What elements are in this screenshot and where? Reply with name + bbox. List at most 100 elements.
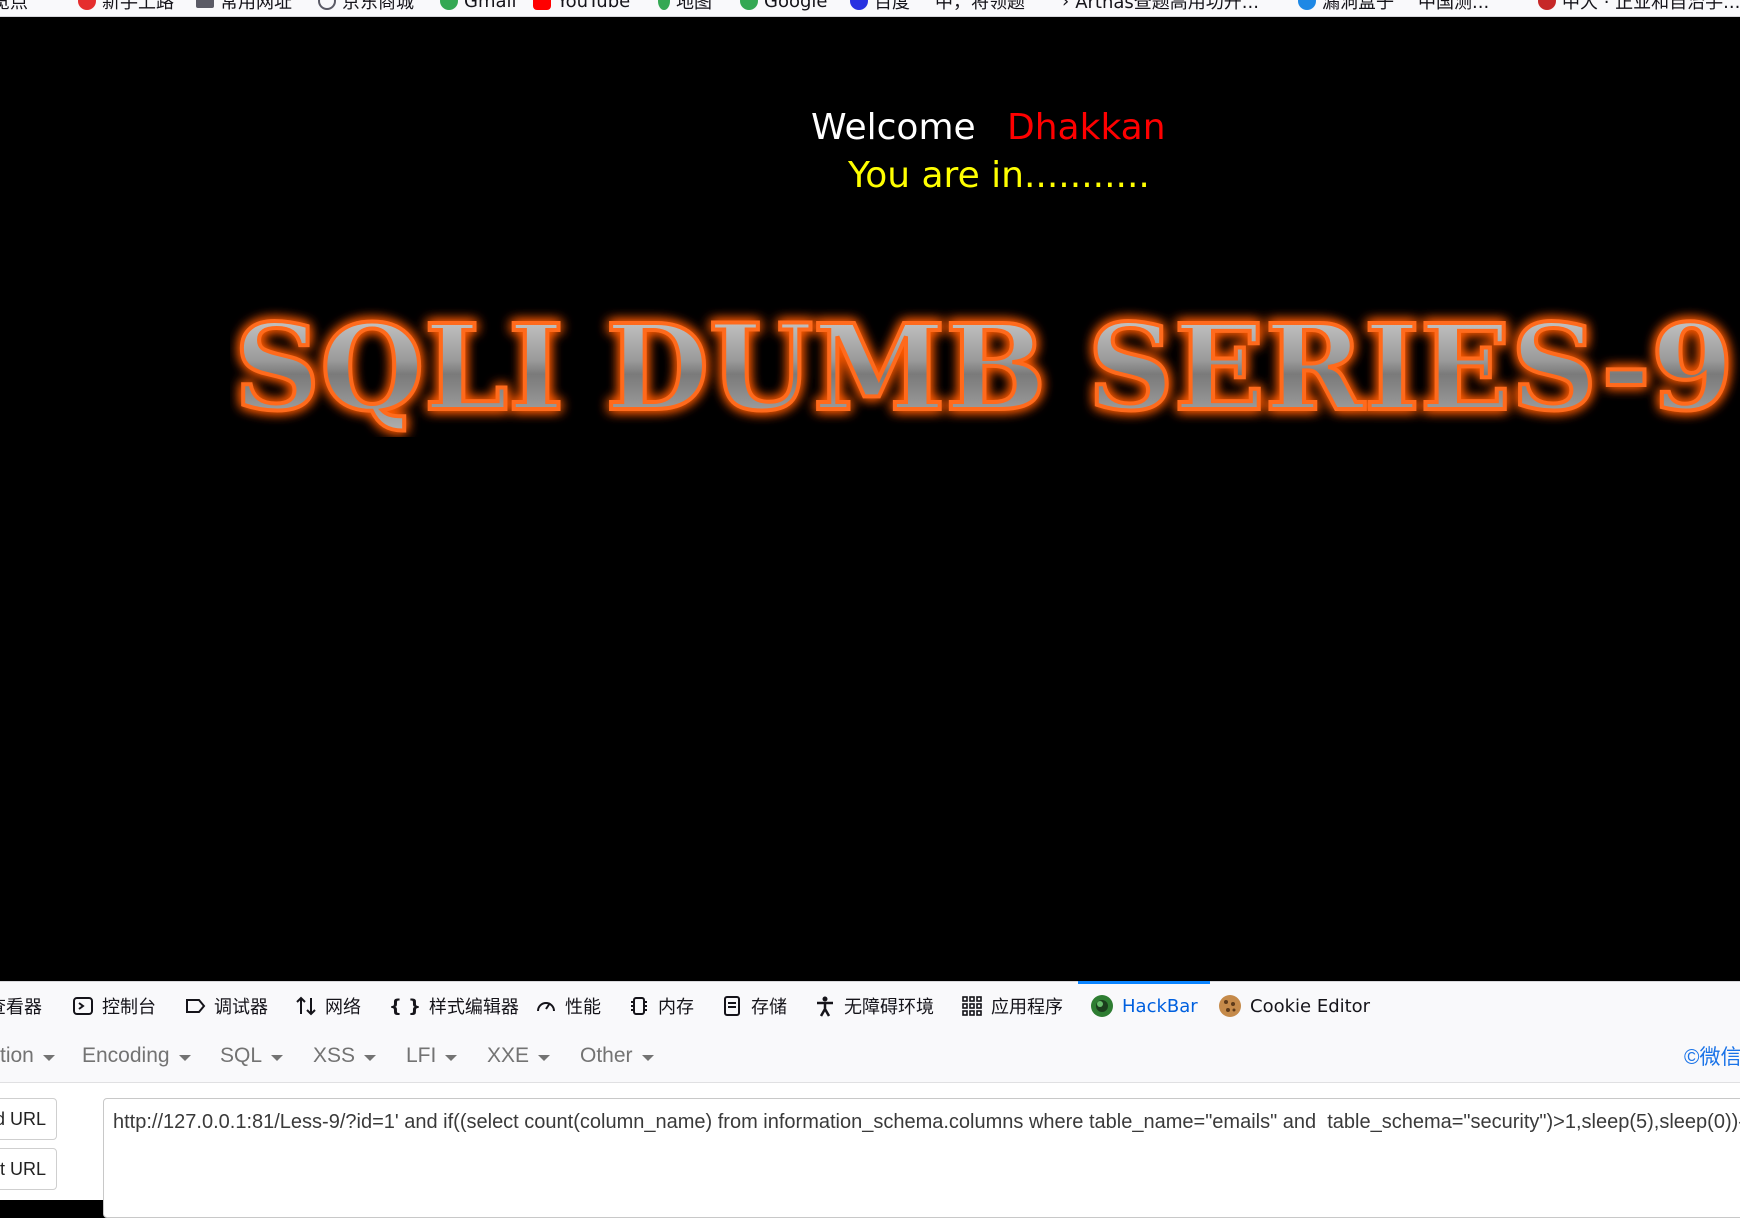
bookmark-item[interactable]: 中，将领题 <box>935 0 1025 13</box>
memory-icon <box>631 997 647 1015</box>
tab-label: 应用程序 <box>991 997 1063 1018</box>
menu-xss[interactable]: XSS <box>313 1030 377 1082</box>
menu-label: XXE <box>487 1044 530 1067</box>
menu-other[interactable]: Other <box>580 1030 654 1082</box>
accessibility-icon <box>817 996 833 1017</box>
tab-label: 性能 <box>565 997 601 1018</box>
tab-console[interactable]: 控制台 <box>72 982 156 1030</box>
bookmark-item[interactable]: Google <box>740 0 827 12</box>
bookmark-label: 中，将领题 <box>935 0 1025 13</box>
bookmark-item[interactable]: 常用网址 <box>196 0 292 13</box>
tab-label: 无障碍环境 <box>844 997 934 1018</box>
bookmark-label: YouTube <box>557 0 631 12</box>
style-editor-icon: { } <box>389 995 421 1017</box>
devtools-toolbar: 查看器 控制台 调试器 网络 { } 样式编辑器 性能 内存 存储 无障碍环境 <box>0 981 1740 1031</box>
bookmark-item[interactable]: 百度 <box>850 0 910 13</box>
tab-storage[interactable]: 存储 <box>721 982 787 1030</box>
bookmark-item[interactable]: 览点 <box>0 0 28 13</box>
menu-lfi[interactable]: LFI <box>406 1030 458 1082</box>
bookmark-label: 漏洞盒子 <box>1322 0 1394 13</box>
folder-icon <box>196 0 214 8</box>
chevron-down-icon <box>641 1054 654 1061</box>
menu-xxe[interactable]: XXE <box>487 1030 551 1082</box>
bookmark-item[interactable]: 中国测... <box>1418 0 1490 13</box>
credit-link[interactable]: ©微信 <box>1684 1030 1740 1082</box>
tab-label: Cookie Editor <box>1250 995 1371 1017</box>
baidu-icon <box>850 0 868 10</box>
bookmark-item[interactable]: 中大 · 正业和自治手... <box>1538 0 1740 13</box>
load-url-button[interactable]: d URL <box>0 1098 57 1140</box>
hackbar-icon <box>1091 995 1113 1017</box>
shield-icon <box>1298 0 1316 10</box>
bookmark-item[interactable]: Gmail <box>440 0 517 12</box>
chevron-down-icon <box>271 1054 284 1061</box>
hackbar-menu: tion Encoding SQL XSS LFI XXE Other ©微信 <box>0 1030 1740 1083</box>
maps-icon <box>658 0 670 10</box>
bookmark-label: Gmail <box>464 0 517 12</box>
tab-label: 样式编辑器 <box>428 997 519 1018</box>
bookmark-label: 京东商城 <box>342 0 414 13</box>
flag-icon <box>1538 0 1556 10</box>
tab-application[interactable]: 应用程序 <box>961 982 1063 1030</box>
bookmark-label: 常用网址 <box>220 0 292 13</box>
tab-label: HackBar <box>1122 995 1198 1017</box>
google-icon <box>740 0 758 10</box>
gmail-icon <box>440 0 458 10</box>
bookmark-label: 地图 <box>676 0 712 13</box>
menu-action[interactable]: tion <box>0 1030 55 1082</box>
bookmark-item[interactable]: 京东商城 <box>318 0 414 13</box>
banner-title: SQLI DUMB SERIES-9 <box>234 298 1734 437</box>
link-icon: › <box>1062 0 1070 12</box>
bookmark-item[interactable]: 新手上路 <box>78 0 174 13</box>
bookmark-label: 新手上路 <box>102 0 174 13</box>
split-url-button[interactable]: t URL <box>0 1148 57 1190</box>
storage-icon <box>724 996 740 1016</box>
cookie-icon <box>1219 995 1241 1017</box>
user-name: Dhakkan <box>1007 107 1166 148</box>
welcome-text: Welcome <box>811 107 976 148</box>
tab-inspector[interactable]: 查看器 <box>0 982 42 1030</box>
network-icon <box>296 996 316 1016</box>
tab-network[interactable]: 网络 <box>295 982 361 1030</box>
menu-label: SQL <box>220 1044 263 1067</box>
bookmark-label: 百度 <box>874 0 910 13</box>
menu-label: Encoding <box>82 1044 170 1067</box>
hackbar-body: d URL t URL http://127.0.0.1:81/Less-9/?… <box>0 1083 1740 1218</box>
bookmark-item[interactable]: › Arthas查题高用功开... <box>1062 0 1259 13</box>
sqli-banner: SQLI DUMB SERIES-9 <box>232 296 1736 437</box>
menu-sql[interactable]: SQL <box>220 1030 284 1082</box>
performance-icon <box>537 1002 555 1012</box>
chevron-down-icon <box>178 1054 191 1061</box>
menu-label: XSS <box>313 1044 356 1067</box>
bookmark-item[interactable]: 漏洞盒子 <box>1298 0 1394 13</box>
tab-label: 存储 <box>751 997 787 1018</box>
chevron-down-icon <box>538 1054 551 1061</box>
application-icon <box>962 996 982 1016</box>
console-icon <box>73 997 93 1015</box>
chevron-down-icon <box>364 1054 377 1061</box>
status-message: You are in........... <box>848 155 1150 196</box>
youtube-icon <box>533 0 551 10</box>
chevron-down-icon <box>42 1054 55 1061</box>
bookmark-item[interactable]: YouTube <box>533 0 630 12</box>
tab-label: 控制台 <box>102 997 156 1018</box>
tab-cookie-editor[interactable]: Cookie Editor <box>1218 982 1370 1030</box>
menu-encoding[interactable]: Encoding <box>82 1030 191 1082</box>
tab-style-editor[interactable]: { } 样式编辑器 <box>389 982 519 1030</box>
tab-label: 查看器 <box>0 997 42 1018</box>
bookmark-label: Google <box>764 0 828 12</box>
tab-label: 内存 <box>658 997 694 1018</box>
url-textarea[interactable]: http://127.0.0.1:81/Less-9/?id=1' and if… <box>103 1098 1740 1218</box>
tab-memory[interactable]: 内存 <box>628 982 694 1030</box>
bookmark-label: 中国测... <box>1418 0 1490 13</box>
tab-label: 网络 <box>325 997 361 1018</box>
debugger-icon <box>186 999 206 1013</box>
bookmark-label: Arthas查题高用功开... <box>1075 0 1259 13</box>
tab-debugger[interactable]: 调试器 <box>184 982 268 1030</box>
tab-accessibility[interactable]: 无障碍环境 <box>814 982 934 1030</box>
bookmark-item[interactable]: 地图 <box>658 0 712 13</box>
tab-label: 调试器 <box>214 997 268 1018</box>
bookmarks-toolbar: 览点 新手上路 常用网址 京东商城 Gmail YouTube 地图 Googl… <box>0 0 1740 17</box>
tab-hackbar[interactable]: HackBar <box>1078 981 1210 1030</box>
tab-performance[interactable]: 性能 <box>535 982 601 1030</box>
